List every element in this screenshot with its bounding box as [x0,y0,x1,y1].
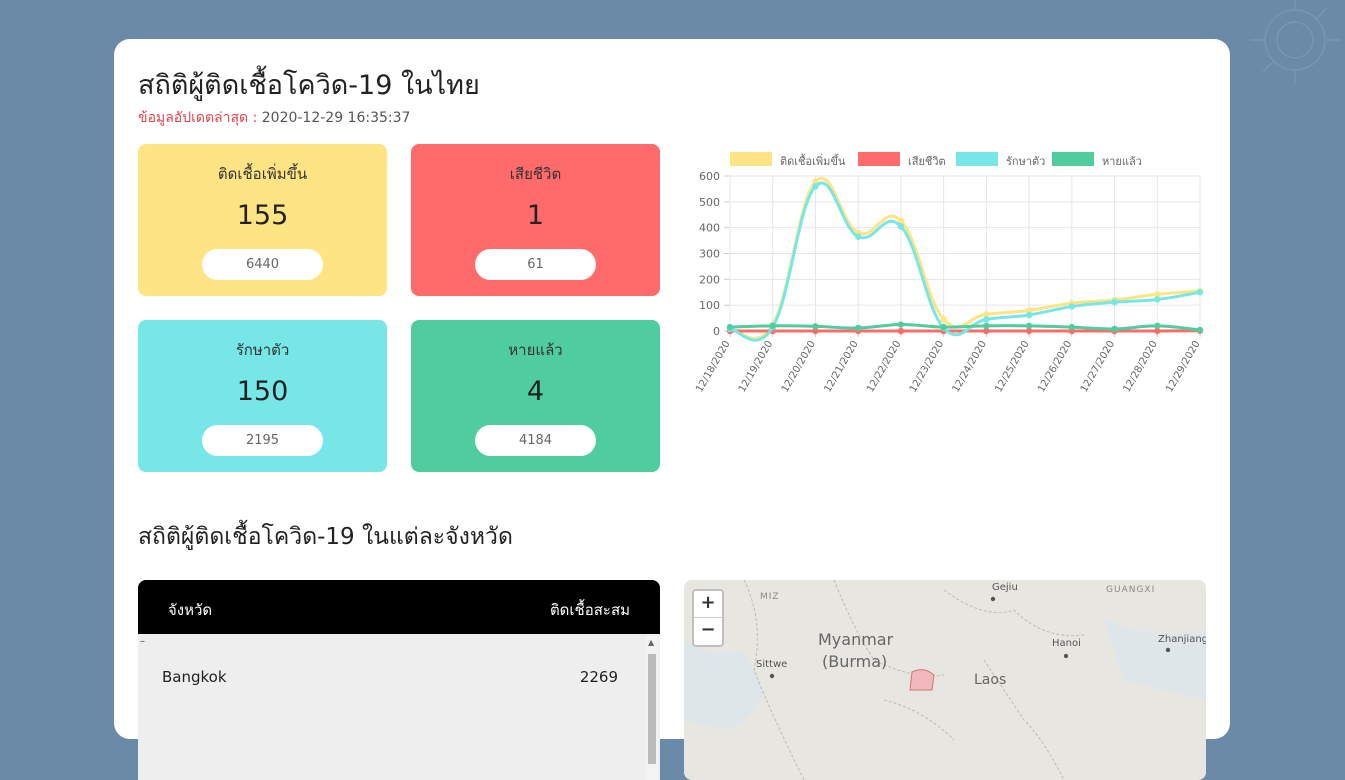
stat-value: 1 [411,200,660,231]
scrollbar-thumb[interactable] [648,654,656,764]
data-point-3 [1154,323,1160,329]
data-point-3 [1111,326,1117,332]
y-tick-label: 100 [699,299,720,312]
zoom-out-button[interactable]: − [694,618,722,644]
map-label-myanmar: Myanmar [818,630,893,649]
data-point-3 [898,321,904,327]
data-point-3 [1197,327,1203,333]
map-label-gejiu: Gejiu [992,582,1018,593]
x-tick-label: 12/24/2020 [951,339,989,394]
x-tick-label: 12/23/2020 [908,339,946,394]
stat-label: เสียชีวิต [411,162,660,186]
stat-card-treating: รักษาตัว 150 2195 [138,320,387,472]
data-point-3 [1069,324,1075,330]
x-tick-label: 12/26/2020 [1036,339,1074,394]
data-point-2 [1026,312,1032,318]
x-tick-label: 12/22/2020 [865,339,903,394]
scroll-indicator: – [140,636,145,647]
map-label-guangxi: GUANGXI [1106,585,1155,595]
province-count: 2269 [580,668,618,686]
data-point-2 [898,223,904,229]
data-point-3 [770,323,776,329]
stat-card-recovered: หายแล้ว 4 4184 [411,320,660,472]
data-point-2 [855,234,861,240]
zoom-in-button[interactable]: + [694,591,722,618]
x-tick-label: 12/29/2020 [1164,339,1202,394]
page-title: สถิติผู้ติดเชื้อโควิด-19 ในไทย [138,63,480,106]
stat-total-badge: 61 [475,249,596,280]
stat-value: 4 [411,376,660,407]
x-tick-label: 12/19/2020 [737,339,775,394]
last-updated-label: ข้อมูลอัปเดตล่าสุด : [138,110,257,126]
x-tick-label: 12/18/2020 [694,339,732,394]
data-point-2 [1111,299,1117,305]
y-tick-label: 400 [699,222,720,235]
data-point-2 [1197,289,1203,295]
data-point-3 [727,324,733,330]
stat-label: ติดเชื้อเพิ่มขึ้น [138,162,387,186]
data-point-2 [1069,303,1075,309]
x-tick-label: 12/28/2020 [1122,339,1160,394]
x-tick-label: 12/25/2020 [993,339,1031,394]
data-point-3 [812,323,818,329]
column-header-province: จังหวัด [168,598,212,622]
data-point-3 [855,325,861,331]
data-point-0 [940,316,946,322]
stat-total-badge: 6440 [202,249,323,280]
data-point-2 [1154,296,1160,302]
y-tick-label: 300 [699,248,720,261]
table-scrollbar[interactable]: ▲ [646,636,658,780]
stat-total-badge: 2195 [202,425,323,456]
y-tick-label: 500 [699,196,720,209]
province-table: จังหวัด ติดเชื้อสะสม – Bangkok 2269 ▲ [138,580,660,780]
x-tick-label: 12/20/2020 [780,339,818,394]
main-card: สถิติผู้ติดเชื้อโควิด-19 ในไทย ข้อมูลอัป… [114,39,1230,739]
series-line-3 [730,325,1200,330]
map-tiles [684,580,1206,780]
map-label-burma: (Burma) [822,652,887,671]
y-tick-label: 0 [713,325,720,338]
x-tick-label: 12/21/2020 [822,339,860,394]
last-updated: ข้อมูลอัปเดตล่าสุด : 2020-12-29 16:35:37 [138,107,410,129]
map-label-laos: Laos [974,672,1006,688]
stat-value: 155 [138,200,387,231]
map-zoom-control: + − [692,589,724,647]
map-label-sittwe: Sittwe [756,659,787,670]
y-tick-label: 600 [699,170,720,183]
y-tick-label: 200 [699,273,720,286]
data-point-3 [940,324,946,330]
stat-card-new-cases: ติดเชื้อเพิ่มขึ้น 155 6440 [138,144,387,296]
stat-card-deaths: เสียชีวิต 1 61 [411,144,660,296]
map-label-hanoi: Hanoi [1052,638,1081,649]
table-header: จังหวัด ติดเชื้อสะสม [138,580,660,634]
data-point-2 [983,316,989,322]
data-point-2 [812,183,818,189]
map-label-mizoram: MIZ [760,592,780,602]
table-row[interactable]: Bangkok 2269 [138,658,646,698]
province-section-title: สถิติผู้ติดเชื้อโควิด-19 ในแต่ละจังหวัด [138,519,513,555]
data-point-3 [983,323,989,329]
scroll-up-arrow-icon[interactable]: ▲ [648,638,654,647]
column-header-cumulative: ติดเชื้อสะสม [550,598,630,622]
x-tick-label: 12/27/2020 [1079,339,1117,394]
stat-total-badge: 4184 [475,425,596,456]
data-point-1 [898,328,904,334]
stat-value: 150 [138,376,387,407]
daily-line-chart: ติดเชื้อเพิ่มขึ้น เสียชีวิต รักษาตัว หาย… [686,143,1206,403]
chart-plot: 010020030040050060012/18/202012/19/20201… [686,143,1206,403]
data-point-3 [1026,323,1032,329]
last-updated-value: 2020-12-29 16:35:37 [262,110,411,126]
province-map[interactable]: + − Myanmar (Burma) Gejiu GUANGXI Hanoi … [684,580,1206,780]
series-line-2 [730,183,1200,340]
province-name: Bangkok [162,668,227,686]
map-label-zhanjiang: Zhanjiang [1158,634,1206,645]
stat-label: รักษาตัว [138,338,387,362]
stat-label: หายแล้ว [411,338,660,362]
